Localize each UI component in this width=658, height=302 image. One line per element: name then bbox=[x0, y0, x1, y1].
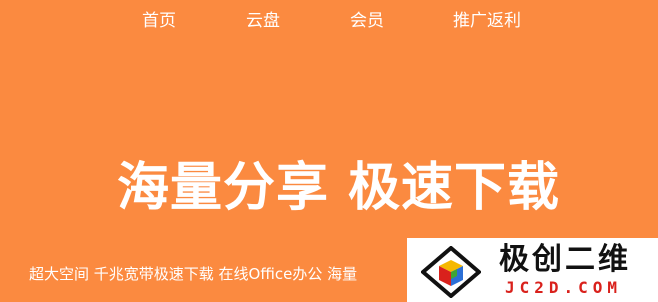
nav-item-membership[interactable]: 会员 bbox=[350, 6, 384, 36]
cube-logo-icon bbox=[421, 246, 481, 298]
watermark-title: 极创二维 bbox=[499, 242, 631, 277]
watermark-badge: 极创二维 JC2D.COM bbox=[407, 238, 658, 302]
top-nav: 首页 云盘 会员 推广返利 bbox=[0, 6, 658, 36]
hero-tagline: 超大空间 千兆宽带极速下载 在线Office办公 海量 bbox=[29, 265, 358, 283]
watermark-domain: JC2D.COM bbox=[505, 278, 623, 297]
nav-item-home[interactable]: 首页 bbox=[142, 6, 176, 36]
hero-banner: 首页 云盘 会员 推广返利 海量分享 极速下载 超大空间 千兆宽带极速下载 在线… bbox=[0, 0, 658, 302]
hero-headline: 海量分享 极速下载 bbox=[116, 158, 561, 218]
nav-item-cloud-drive[interactable]: 云盘 bbox=[246, 6, 280, 36]
nav-item-referral-rebate[interactable]: 推广返利 bbox=[453, 6, 521, 36]
